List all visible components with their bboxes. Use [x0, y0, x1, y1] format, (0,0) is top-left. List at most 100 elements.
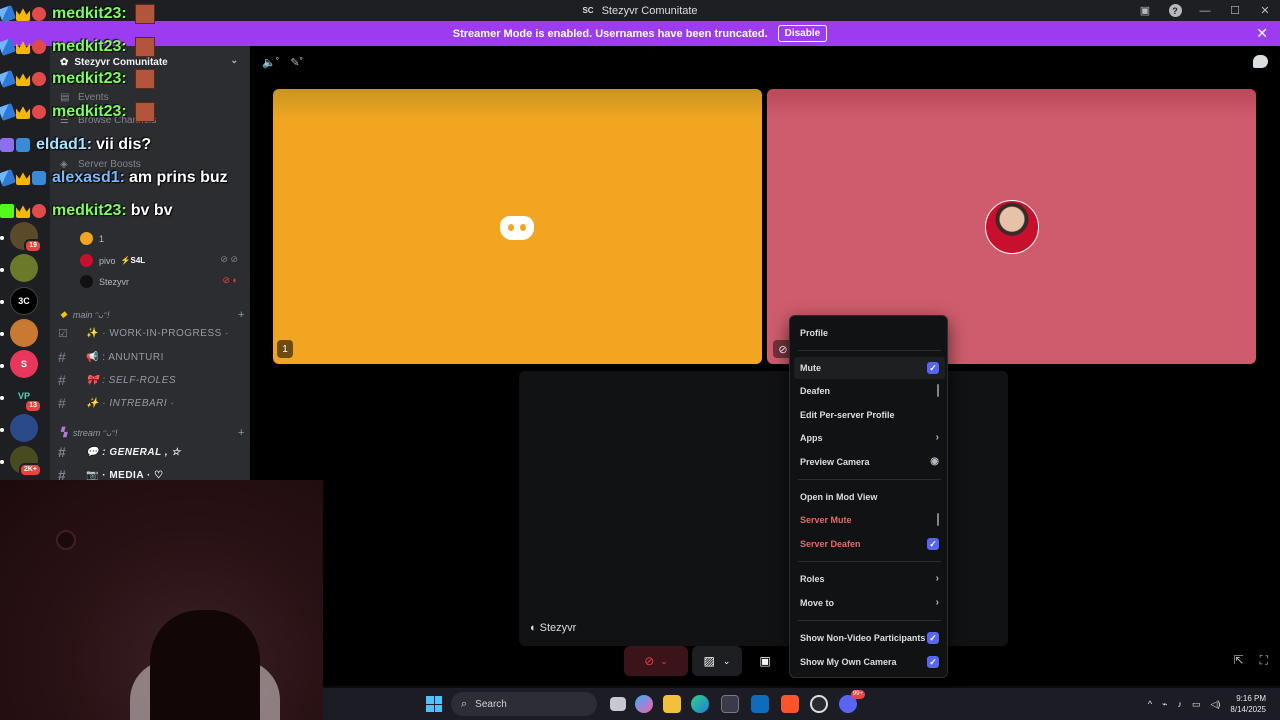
deafen-checkbox[interactable] [937, 384, 939, 397]
chevron-up-icon[interactable]: ^ [1148, 699, 1152, 709]
add-channel-icon[interactable]: + [238, 309, 244, 321]
show-non-video-checkbox[interactable]: ✓ [927, 632, 939, 644]
menu-edit-per-server-profile[interactable]: Edit Per-server Profile [800, 404, 939, 426]
server-icon[interactable]: 2K+ [10, 446, 42, 477]
close-window-button[interactable]: ✕ [1250, 0, 1280, 21]
menu-open-in-mod-view[interactable]: Open in Mod View [800, 486, 939, 508]
obs-icon[interactable] [810, 695, 828, 713]
menu-show-my-own-camera[interactable]: Show My Own Camera ✓ [800, 651, 939, 673]
wrench-icon [0, 169, 16, 187]
microphone-icon[interactable]: ♪ [1177, 699, 1182, 709]
volume-icon[interactable]: ◁) [1210, 699, 1220, 710]
menu-server-mute[interactable]: Server Mute [800, 509, 939, 531]
channel-media[interactable]: # 📷 · MEDIA · ♡ [58, 467, 164, 480]
help-icon[interactable]: ? [1160, 0, 1190, 21]
windows-start-icon[interactable] [426, 696, 442, 712]
show-own-camera-checkbox[interactable]: ✓ [927, 656, 939, 668]
chat-username: alexasd1: [52, 169, 125, 186]
user-context-menu: Profile Mute ✓ Deafen Edit Per-server Pro… [789, 315, 948, 678]
menu-preview-camera[interactable]: Preview Camera ◉ [800, 451, 939, 473]
crown-icon [16, 172, 30, 185]
server-icon[interactable]: VP 13 [10, 382, 42, 413]
mic-toggle-button[interactable]: ⊘ ⌄ [624, 646, 688, 676]
voice-user[interactable]: Stezyvr [80, 275, 129, 288]
speaker-icon[interactable]: 🔈˚ [262, 57, 279, 69]
network-icon[interactable]: ⌁ [1162, 699, 1167, 710]
edge-icon[interactable] [691, 695, 709, 713]
chevron-down-icon[interactable]: ⌄ [660, 656, 668, 667]
fullscreen-icon[interactable]: ⛶ [1260, 653, 1268, 668]
voice-user[interactable]: pivo ⚡S4L [80, 254, 145, 267]
task-view-icon[interactable] [610, 697, 626, 711]
popout-icon[interactable]: ⇱ [1234, 653, 1244, 668]
category-stream[interactable]: ▚ stream ᵔᴗᵔ! + [60, 427, 244, 439]
channel-intrebari[interactable]: # ✨ · INTREBARI · [58, 395, 174, 411]
menu-move-to[interactable]: Move to › [800, 592, 939, 614]
menu-mute[interactable]: Mute ✓ [794, 357, 945, 379]
menu-roles[interactable]: Roles › [800, 568, 939, 590]
deafened-icon: ⊘ ◐ [222, 275, 238, 285]
taskbar-search[interactable]: ⌕ Search [451, 692, 597, 716]
server-icon[interactable]: S [10, 350, 38, 378]
menu-show-non-video-participants[interactable]: Show Non-Video Participants ✓ [800, 627, 939, 649]
chevron-down-icon[interactable]: ⌄ [723, 656, 731, 667]
channel-general[interactable]: # 💬 : GENERAL , ☆ [58, 444, 181, 460]
clock[interactable]: 9:16 PM 8/14/2025 [1230, 693, 1266, 715]
minimize-button[interactable]: — [1190, 0, 1220, 21]
chat-message: medkit23: [0, 99, 155, 125]
category-label: stream ᵔᴗᵔ! [72, 427, 118, 438]
discord-logo-icon [500, 216, 534, 240]
menu-apps[interactable]: Apps › [800, 427, 939, 449]
mute-checkbox[interactable]: ✓ [927, 362, 939, 374]
disable-streamer-mode-button[interactable]: Disable [777, 25, 828, 42]
screen-share-icon: ▣ [759, 654, 771, 668]
file-explorer-icon[interactable] [663, 695, 681, 713]
server-mute-checkbox[interactable] [937, 513, 939, 526]
participant-tile[interactable]: 1 [273, 89, 762, 364]
close-icon[interactable]: ✕ [1256, 25, 1268, 42]
chat-username: medkit23: [52, 38, 127, 55]
display-icon[interactable]: ▭ [1192, 699, 1201, 710]
chat-icon[interactable] [1253, 55, 1268, 68]
channel-anunturi[interactable]: # 📢 : ANUNTURI [58, 349, 164, 365]
brave-icon[interactable] [781, 695, 799, 713]
hash-icon: # [58, 372, 67, 388]
channel-self-roles[interactable]: # 🎀 : SELF-ROLES [58, 372, 176, 388]
title-bar: SC Stezyvr Comunitate ▣ ? — ☐ ✕ [0, 0, 1280, 21]
webcam-overlay [0, 480, 323, 720]
badge-icon [32, 40, 46, 54]
channel-work-in-progress[interactable]: ☑ ✨ · WORK-IN-PROGRESS · [58, 327, 229, 340]
add-channel-icon[interactable]: + [238, 427, 244, 439]
maximize-button[interactable]: ☐ [1220, 0, 1250, 21]
crown-icon [16, 205, 30, 218]
menu-profile[interactable]: Profile [800, 322, 939, 344]
server-icon[interactable] [10, 254, 38, 282]
pencil-icon[interactable]: ✎˚ [290, 57, 303, 69]
discord-icon[interactable]: 99+ [839, 690, 865, 713]
category-label: main ᵔᴗᵔ! [72, 309, 110, 320]
store-icon[interactable] [721, 695, 739, 713]
share-screen-button[interactable]: ▣ [750, 646, 780, 676]
copilot-icon[interactable] [635, 695, 653, 713]
channel-label: ✨ · WORK-IN-PROGRESS · [86, 328, 229, 339]
camera-toggle-button[interactable]: ▨ ⌄ [692, 646, 742, 676]
unread-dot [0, 396, 4, 400]
badge-icon [32, 72, 46, 86]
category-main[interactable]: ◆ main ᵔᴗᵔ! + [60, 309, 244, 321]
inbox-icon[interactable]: ▣ [1130, 0, 1160, 21]
menu-server-deafen[interactable]: Server Deafen ✓ [800, 533, 939, 555]
chat-badges [0, 38, 48, 56]
server-icon[interactable] [10, 319, 38, 347]
menu-deafen[interactable]: Deafen [800, 380, 939, 402]
outlook-icon[interactable] [751, 695, 769, 713]
server-icon[interactable] [10, 414, 38, 442]
menu-label: Profile [800, 328, 829, 338]
server-icon[interactable]: 3C [10, 287, 38, 315]
voice-user[interactable]: 1 [80, 232, 104, 245]
server-icon[interactable]: 19 [10, 222, 42, 253]
checkmark-icon: ✓ [927, 362, 939, 374]
menu-label: Edit Per-server Profile [800, 410, 895, 420]
user-tag: ⚡S4L [120, 256, 146, 265]
badge-icon [32, 105, 46, 119]
server-deafen-checkbox[interactable]: ✓ [927, 538, 939, 550]
